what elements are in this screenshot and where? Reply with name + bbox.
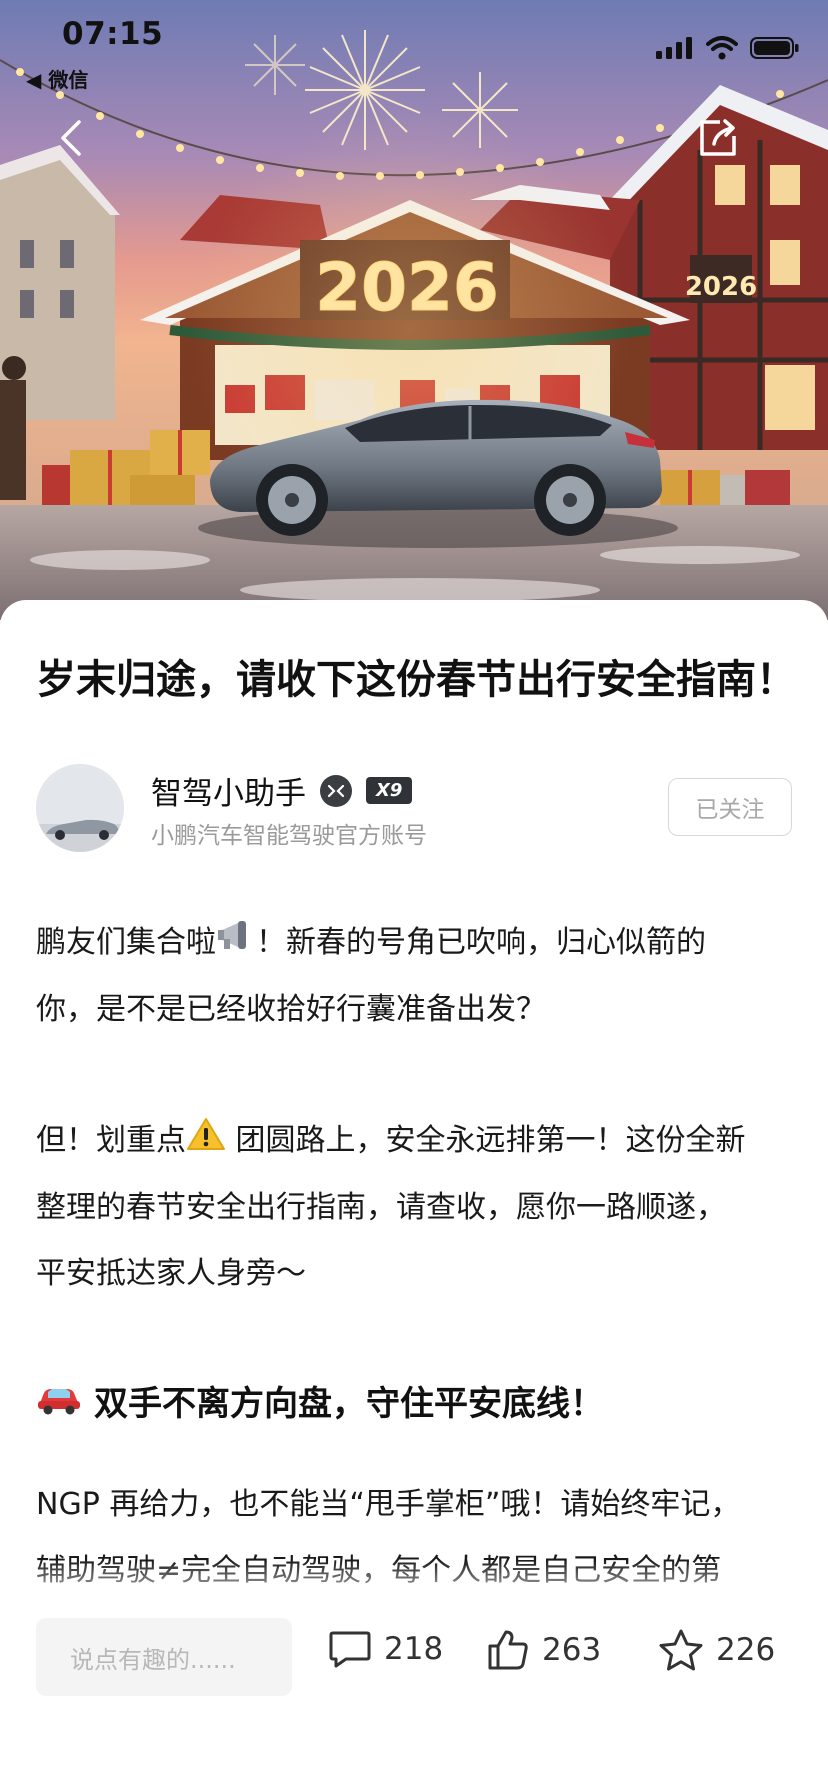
paragraph-1-line-2: 你，是不是已经收拾好行囊准备出发？	[36, 991, 546, 1027]
car-model-badge: X9	[366, 777, 413, 804]
signal-icon	[656, 37, 692, 59]
status-time: 07:15	[62, 16, 164, 52]
paragraph-1-line-1-rest: ！新春的号角已吹响，归心似箭的	[256, 925, 706, 960]
car-icon	[36, 1374, 82, 1434]
comment-icon	[329, 1631, 371, 1668]
comment-button[interactable]: 218	[328, 1628, 443, 1670]
favorite-count: 226	[716, 1632, 776, 1668]
verified-icon	[320, 774, 352, 807]
follow-button[interactable]: 已关注	[668, 778, 792, 836]
favorite-button[interactable]: 226	[658, 1628, 775, 1672]
like-count: 263	[542, 1632, 602, 1668]
hero-image: 2026 2026	[0, 0, 828, 620]
avatar[interactable]	[36, 764, 124, 852]
comment-count: 218	[384, 1631, 444, 1667]
author-row: 智驾小助手 X9 小鹏汽车智能驾驶官方账号 已关注	[36, 764, 792, 854]
content-fade	[0, 1560, 828, 1610]
paragraph-1: 鹏友们集合啦 ！新春的号角已吹响，归心似箭的 你，是不是已经收拾好行囊准备出发？	[36, 910, 796, 1043]
small-year-sign: 2026	[685, 272, 757, 302]
paragraph-2-line-2: 整理的春节安全出行指南，请查收，愿你一路顺遂，	[36, 1189, 726, 1225]
back-button[interactable]	[42, 108, 102, 168]
author-description: 小鹏汽车智能驾驶官方账号	[151, 823, 427, 849]
paragraph-1-line-1: 鹏友们集合啦	[36, 925, 216, 960]
share-button[interactable]	[688, 108, 748, 168]
section-heading: 双手不离方向盘，守住平安底线！	[36, 1374, 796, 1434]
bottom-action-bar: 说点有趣的...... 218 263 226	[0, 1610, 828, 1710]
paragraph-2-line-3: 平安抵达家人身旁～	[36, 1255, 306, 1291]
wifi-icon	[706, 36, 738, 60]
like-button[interactable]: 263	[486, 1628, 601, 1672]
article-title: 岁末归途，请收下这份春节出行安全指南！	[36, 657, 796, 703]
paragraph-2-line-1-rest: 团圆路上，安全永远排第一！这份全新	[226, 1123, 746, 1158]
back-arrow-icon	[61, 120, 81, 156]
megaphone-icon	[216, 911, 256, 977]
warning-icon	[186, 1109, 226, 1175]
section-heading-text: 双手不离方向盘，守住平安底线！	[94, 1384, 604, 1424]
battery-icon	[750, 37, 799, 59]
section-paragraph-line-1: NGP 再给力，也不能当“甩手掌柜”哦！请始终牢记，	[36, 1487, 741, 1522]
status-bar: 07:15 ◀ 微信	[0, 0, 828, 93]
author-name[interactable]: 智驾小助手	[151, 768, 306, 813]
back-to-wechat-link[interactable]: ◀ 微信	[26, 64, 88, 93]
like-icon	[488, 1630, 528, 1670]
paragraph-2: 但！划重点 团圆路上，安全永远排第一！这份全新 整理的春节安全出行指南，请查收，…	[36, 1108, 796, 1307]
comment-input[interactable]: 说点有趣的......	[36, 1618, 292, 1696]
share-icon	[700, 119, 736, 156]
paragraph-2-line-1: 但！划重点	[36, 1123, 186, 1158]
star-icon	[659, 1629, 703, 1671]
